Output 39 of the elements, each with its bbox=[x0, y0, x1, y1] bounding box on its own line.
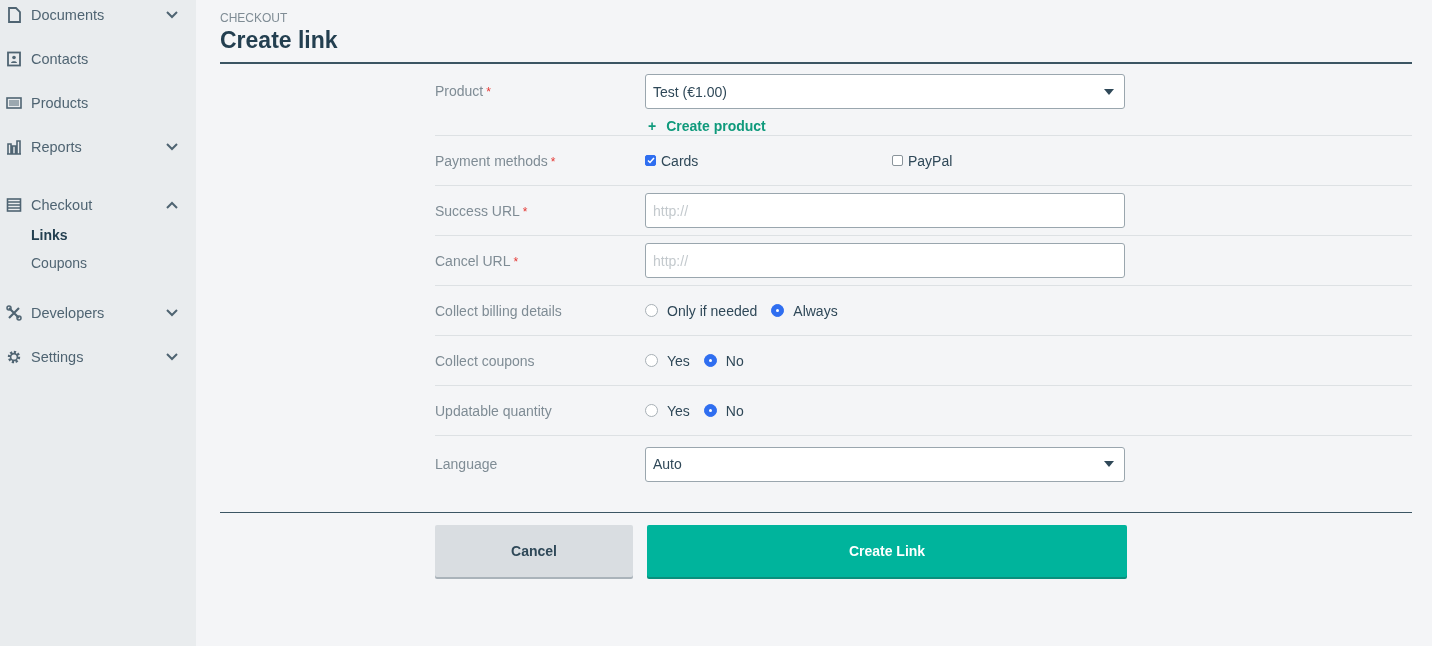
wrench-icon bbox=[6, 305, 22, 321]
section-label: CHECKOUT bbox=[220, 11, 289, 25]
field-label: Updatable quantity bbox=[435, 402, 553, 419]
cancel-button[interactable]: Cancel bbox=[435, 525, 633, 577]
field-label: Collect billing details bbox=[435, 302, 563, 319]
sidebar-subitem[interactable]: Coupons bbox=[0, 249, 196, 277]
sidebar-item[interactable]: Settings bbox=[0, 335, 196, 379]
checkbox-option[interactable]: PayPal bbox=[892, 152, 1139, 169]
url-field[interactable]: http:// bbox=[645, 193, 1125, 228]
page-title: Create link bbox=[220, 27, 1412, 64]
sidebar-item[interactable]: Documents bbox=[0, 0, 196, 37]
dropdown[interactable]: Test (€1.00) bbox=[645, 74, 1125, 109]
checkmark-icon bbox=[646, 157, 655, 164]
field-label: Payment methods * bbox=[435, 152, 557, 169]
contact-card-icon bbox=[6, 51, 22, 67]
list-icon bbox=[6, 197, 22, 213]
caret-icon bbox=[1104, 88, 1114, 95]
field-label: Product * bbox=[435, 82, 492, 99]
field-label: Language bbox=[435, 456, 499, 472]
radio-option[interactable]: Always bbox=[771, 302, 838, 319]
radio-option[interactable]: Yes bbox=[645, 402, 690, 419]
radio-option[interactable]: Only if needed bbox=[645, 302, 758, 319]
field-label: Collect coupons bbox=[435, 352, 536, 369]
document-icon bbox=[6, 7, 22, 23]
field-label: Success URL * bbox=[435, 202, 529, 219]
gear-icon bbox=[6, 349, 22, 365]
radio-option[interactable]: No bbox=[703, 352, 744, 369]
url-field[interactable]: http:// bbox=[645, 243, 1125, 278]
sidebar-item[interactable]: Products bbox=[0, 81, 196, 125]
sidebar-item[interactable]: Reports bbox=[0, 125, 196, 169]
radio-option[interactable]: Yes bbox=[645, 352, 690, 369]
radio-option[interactable]: No bbox=[703, 402, 744, 419]
sidebar-item[interactable]: Developers bbox=[0, 291, 196, 335]
checkbox-option[interactable]: Cards bbox=[645, 152, 892, 169]
caret-icon bbox=[1104, 461, 1114, 467]
bar-chart-icon bbox=[6, 139, 22, 155]
field-label: Cancel URL * bbox=[435, 252, 520, 269]
dropdown[interactable]: Auto bbox=[645, 446, 1125, 482]
sidebar-item[interactable]: Contacts bbox=[0, 37, 196, 81]
